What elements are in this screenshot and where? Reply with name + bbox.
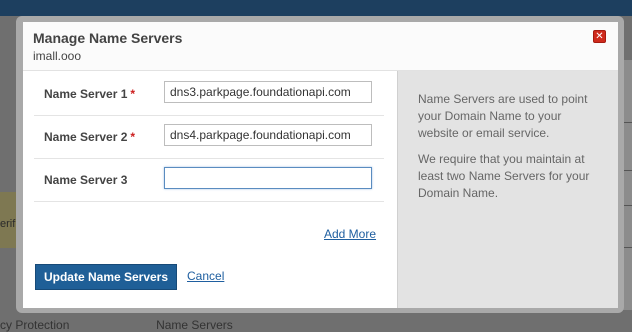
name-server-row-3: Name Server 3 (34, 159, 384, 202)
background-text-fragment: erif (0, 218, 16, 230)
name-server-row-2: Name Server 2 * (34, 116, 384, 159)
name-server-row-1: Name Server 1 * (34, 73, 384, 116)
name-server-3-label: Name Server 3 (44, 173, 128, 187)
name-server-form: Name Server 1* Name Server 2* Name Serve… (23, 71, 397, 308)
info-paragraph-2: We require that you maintain at least tw… (418, 152, 590, 200)
required-marker: * (130, 87, 136, 101)
background-name-servers-label: Name Servers (156, 318, 233, 332)
info-paragraph-1: Name Servers are used to point your Doma… (418, 92, 588, 140)
name-server-1-label: Name Server 1 * (44, 87, 136, 101)
background-privacy-label: cy Protection (0, 318, 70, 332)
name-server-2-input[interactable] (164, 124, 372, 146)
required-marker: * (130, 130, 136, 144)
add-more-link[interactable]: Add More (324, 227, 376, 241)
background-header-bar (0, 0, 632, 16)
info-panel: Name Servers are used to point your Doma… (397, 71, 618, 308)
background-bottom-row: cy Protection Name Servers (0, 318, 233, 332)
name-server-2-label: Name Server 2 * (44, 130, 136, 144)
domain-name: imall.ooo (33, 49, 82, 63)
cancel-link[interactable]: Cancel (187, 269, 224, 283)
manage-name-servers-dialog: Manage Name Servers imall.ooo ✕ Name Ser… (23, 22, 618, 308)
update-name-servers-button[interactable]: Update Name Servers (35, 264, 177, 290)
dialog-header: Manage Name Servers imall.ooo ✕ (23, 22, 618, 71)
close-icon[interactable]: ✕ (593, 30, 606, 43)
name-server-1-input[interactable] (164, 81, 372, 103)
dialog-title: Manage Name Servers (33, 30, 183, 46)
name-server-3-input[interactable] (164, 167, 372, 189)
